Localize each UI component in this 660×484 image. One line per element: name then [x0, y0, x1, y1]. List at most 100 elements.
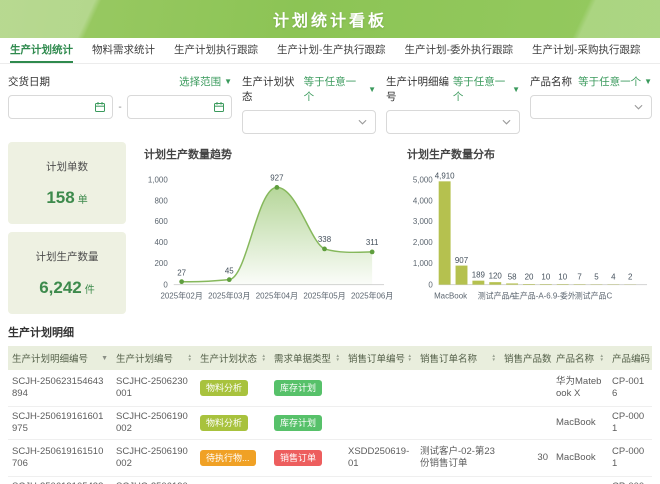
y-tick: 400: [155, 238, 169, 247]
stat-unit: 件: [85, 285, 95, 296]
col-header-doc-type[interactable]: 需求单据类型▲▼: [270, 346, 344, 370]
table-row: SCJH-250619161601975 SCJHC-2506190002 物料…: [8, 407, 652, 440]
data-label: 27: [177, 269, 186, 278]
y-tick: 3,000: [413, 217, 433, 226]
bar-label: 7: [577, 273, 581, 282]
tab-plan-outsourcing-tracking[interactable]: 生产计划-委外执行跟踪: [405, 38, 514, 63]
plan-detail-section: 生产计划明细 生产计划明细编号▼ 生产计划编号▲▼ 生产计划状态▲▼ 需求单据类…: [0, 314, 660, 484]
trend-line-chart: 1,000 800 600 400 200 0 27 45 927 338 31…: [136, 164, 389, 312]
sort-icon: ▲▼: [408, 354, 412, 362]
bar-label: 10: [558, 273, 567, 282]
bar-label: 4,910: [435, 171, 455, 180]
bar: [456, 266, 468, 285]
col-header-order-name[interactable]: 销售订单名称▲▼: [416, 346, 500, 370]
x-tick: 2025年03月: [208, 291, 250, 301]
bar-label: 58: [508, 273, 517, 282]
filter-label: 产品名称: [530, 74, 572, 89]
x-tick: 2025年06月: [351, 291, 393, 301]
col-header-plan-no[interactable]: 生产计划编号▲▼: [112, 346, 196, 370]
operator-button[interactable]: 等于任意一个 ▼: [453, 74, 520, 104]
stat-label: 计划单数: [8, 159, 126, 174]
plan-detail-title: 生产计划明细: [8, 324, 652, 340]
data-point: [322, 247, 327, 252]
sort-icon: ▲▼: [600, 354, 604, 362]
stat-cards: 计划单数 158单 计划生产数量 6,242件: [8, 142, 126, 314]
doc-type-badge: 库存计划: [274, 415, 322, 431]
table-row: SCJH-250623154643894 SCJHC-2506230001 物料…: [8, 370, 652, 407]
distribution-chart-panel: 计划生产数量分布 5,000 4,000 3,000 2,000 1,000 0: [399, 142, 652, 314]
filter-label: 交货日期: [8, 74, 50, 89]
operator-button[interactable]: 等于任意一个 ▼: [304, 74, 376, 104]
plan-status-select[interactable]: [242, 110, 376, 134]
date-start-input[interactable]: [8, 95, 113, 119]
product-name-select[interactable]: [530, 95, 652, 119]
chevron-down-icon: [502, 119, 511, 125]
date-end-input[interactable]: [127, 95, 232, 119]
col-header-qty[interactable]: 销售产品数量▲▼: [500, 346, 552, 370]
col-header-code[interactable]: 产品编码: [608, 346, 652, 370]
col-header-product[interactable]: 产品名称▲▼: [552, 346, 608, 370]
bar-label: 5: [594, 273, 599, 282]
doc-type-badge: 库存计划: [274, 380, 322, 396]
bar-label: 20: [525, 273, 534, 282]
operator-button[interactable]: 等于任意一个 ▼: [578, 74, 652, 89]
bar-label: 907: [455, 256, 468, 265]
data-point: [275, 185, 280, 190]
data-point: [179, 279, 184, 284]
distribution-chart-title: 计划生产数量分布: [407, 146, 652, 162]
y-tick: 0: [428, 281, 433, 290]
calendar-icon: [213, 101, 225, 113]
date-range-separator: -: [118, 102, 121, 113]
tab-production-plan-stats[interactable]: 生产计划统计: [10, 38, 73, 63]
stat-number: 158: [46, 188, 74, 207]
trend-chart-panel: 计划生产数量趋势 1,000 800 600 400 200 0: [136, 142, 389, 314]
bar: [506, 283, 518, 284]
date-range-mode-button[interactable]: 选择范围 ▼: [179, 74, 232, 89]
status-badge: 物料分析: [200, 380, 248, 396]
y-tick: 1,000: [413, 259, 433, 268]
filter-bar: 交货日期 选择范围 ▼ -: [0, 64, 660, 140]
col-header-order-no[interactable]: 销售订单编号▲▼: [344, 346, 416, 370]
y-tick: 2,000: [413, 238, 433, 247]
operator-label: 等于任意一个: [304, 74, 365, 104]
tab-plan-production-tracking[interactable]: 生产计划-生产执行跟踪: [277, 38, 386, 63]
page-title: 计划统计看板: [273, 7, 387, 31]
data-label: 311: [366, 238, 379, 247]
filter-plan-status: 生产计划状态 等于任意一个 ▼: [242, 72, 376, 134]
col-header-detail-no[interactable]: 生产计划明细编号▼: [8, 346, 112, 370]
status-badge: 物料分析: [200, 415, 248, 431]
filter-plan-detail-no: 生产计明细编号 等于任意一个 ▼: [386, 72, 520, 134]
tab-plan-execution-tracking[interactable]: 生产计划执行跟踪: [174, 38, 258, 63]
tab-bar: 生产计划统计 物料需求统计 生产计划执行跟踪 生产计划-生产执行跟踪 生产计划-…: [0, 38, 660, 64]
data-label: 45: [225, 267, 234, 276]
tab-material-demand-stats[interactable]: 物料需求统计: [92, 38, 155, 63]
plan-detail-no-select[interactable]: [386, 110, 520, 134]
stat-unit: 单: [78, 195, 88, 206]
bar-label: 2: [628, 273, 632, 282]
stat-value: 158 单: [8, 188, 126, 208]
filter-delivery-date: 交货日期 选择范围 ▼ -: [8, 72, 232, 134]
stat-card-plan-count: 计划单数 158 单: [8, 142, 126, 224]
y-tick: 200: [155, 259, 169, 268]
y-tick: 800: [155, 196, 169, 205]
caret-down-icon: ▼: [101, 355, 108, 362]
col-header-status[interactable]: 生产计划状态▲▼: [196, 346, 270, 370]
sort-icon: ▲▼: [492, 354, 496, 362]
stat-value: 6,242件: [8, 278, 126, 298]
sort-icon: ▲▼: [188, 354, 192, 362]
bar-label: 4: [611, 273, 616, 282]
data-point: [370, 250, 375, 255]
caret-down-icon: ▼: [512, 85, 520, 94]
data-label: 338: [318, 235, 332, 244]
bar-label: 189: [472, 271, 486, 280]
plan-detail-table: 生产计划明细编号▼ 生产计划编号▲▼ 生产计划状态▲▼ 需求单据类型▲▼ 销售订…: [8, 346, 652, 484]
data-label: 927: [270, 173, 283, 182]
table-row: SCJH-250619161510706 SCJHC-2506190002 待执…: [8, 440, 652, 477]
bar: [472, 281, 484, 285]
tab-plan-purchase-tracking[interactable]: 生产计划-采购执行跟踪: [532, 38, 641, 63]
status-badge: 待执行物...: [200, 450, 256, 466]
content-row: 计划单数 158单 计划生产数量 6,242件 计划生产数量趋势: [0, 140, 660, 314]
caret-down-icon: ▼: [224, 77, 232, 86]
calendar-icon: [94, 101, 106, 113]
operator-label: 选择范围: [179, 74, 221, 89]
